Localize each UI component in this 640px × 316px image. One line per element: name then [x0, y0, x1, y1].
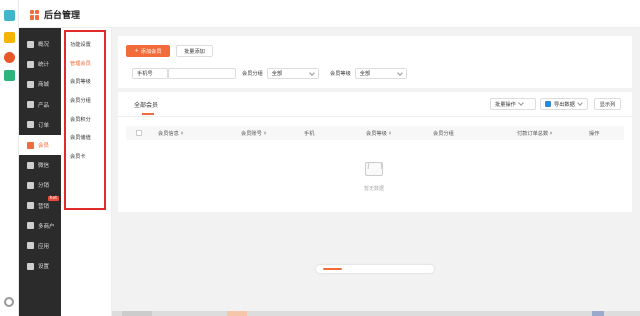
- brand: 后台管理: [30, 8, 80, 21]
- wechat-icon: [27, 161, 34, 169]
- settings-icon: [27, 262, 34, 270]
- chevron-down-icon: [396, 69, 403, 76]
- nav-item-mall[interactable]: 商城: [19, 74, 61, 94]
- scroll-progress-fill: [323, 268, 342, 270]
- column-member-info[interactable]: 会员信息: [158, 130, 183, 137]
- subnav-item-member-levels[interactable]: 会员等级: [70, 78, 91, 85]
- subnav-item-member-balance[interactable]: 会员储值: [70, 134, 91, 141]
- sort-icon: [550, 130, 553, 136]
- overview-icon: [27, 40, 34, 48]
- column-member-group: 会员分组: [433, 130, 454, 137]
- empty-box-icon: [365, 162, 383, 176]
- subnav-item-member-points[interactable]: 会员积分: [70, 116, 91, 123]
- export-icon: [545, 101, 551, 107]
- nav-item-orders[interactable]: 订单: [19, 115, 61, 135]
- column-actions: 操作: [589, 130, 600, 137]
- order-icon: [27, 121, 34, 129]
- grid-icon: [27, 101, 34, 109]
- nav-item-apps[interactable]: 应用: [19, 236, 61, 256]
- sort-icon: [180, 130, 183, 136]
- batch-add-button[interactable]: 批量添加: [176, 45, 213, 57]
- plus-icon: +: [134, 48, 139, 54]
- divider: [118, 116, 632, 117]
- add-member-button[interactable]: + 添加会员: [126, 45, 170, 57]
- select-all-checkbox[interactable]: [136, 130, 142, 136]
- nav-item-products[interactable]: 产品: [19, 95, 61, 115]
- batch-operations-dropdown[interactable]: 批量操作: [490, 98, 536, 110]
- column-member-level[interactable]: 会员等级: [366, 130, 391, 137]
- app-icon-cyan[interactable]: [4, 10, 15, 21]
- nav-item-wechat[interactable]: 微信: [19, 155, 61, 175]
- column-phone: 手机: [304, 130, 315, 137]
- subnav-item-member-card[interactable]: 会员卡: [70, 153, 86, 160]
- chevron-down-icon: [576, 100, 583, 106]
- member-list-panel: 全部会员 批量操作 导出数据 显示列 会员信息 会员账号 手机 会员等级 会员分…: [118, 92, 632, 212]
- chevron-down-icon: [517, 100, 524, 106]
- crown-icon: [27, 141, 34, 149]
- sort-icon: [388, 130, 391, 136]
- column-member-account[interactable]: 会员账号: [241, 130, 266, 137]
- level-select[interactable]: 全部: [354, 68, 407, 79]
- level-filter: 会员等级 全部: [330, 68, 407, 79]
- tab-all-members[interactable]: 全部会员: [134, 100, 158, 109]
- store-icon: [27, 80, 34, 88]
- merchant-icon: [27, 222, 34, 230]
- apps-icon: [27, 242, 34, 250]
- chart-icon: [27, 60, 34, 68]
- nav-item-settings[interactable]: 设置: [19, 256, 61, 276]
- member-subnav: 功能设置 管理会员 会员等级 会员分组 会员积分 会员储值 会员卡: [61, 28, 112, 316]
- app-icon-weibo[interactable]: [4, 52, 15, 63]
- subnav-item-feature-settings[interactable]: 功能设置: [70, 41, 91, 48]
- brand-logo-icon: [30, 9, 40, 20]
- group-filter: 会员分组 全部: [242, 68, 319, 79]
- active-tab-indicator: [142, 113, 154, 115]
- nav-item-marketing[interactable]: 营销 hot: [19, 195, 61, 216]
- nav-item-merchants[interactable]: 多商户: [19, 216, 61, 236]
- group-select[interactable]: 全部: [266, 68, 319, 79]
- nav-item-stats[interactable]: 统计: [19, 54, 61, 74]
- hot-badge: hot: [47, 195, 59, 201]
- show-columns-button[interactable]: 显示列: [594, 98, 621, 110]
- empty-state-text: 暂无数据: [363, 186, 384, 192]
- nav-item-overview[interactable]: 概况: [19, 34, 61, 54]
- export-data-button[interactable]: 导出数据: [540, 98, 588, 110]
- top-header: 后台管理: [19, 0, 640, 28]
- bottom-scrollbar[interactable]: [112, 311, 640, 316]
- nav-item-members[interactable]: 会员: [19, 134, 61, 156]
- sort-icon: [263, 130, 266, 136]
- gear-icon[interactable]: [4, 297, 14, 307]
- scroll-progress[interactable]: [316, 265, 434, 273]
- phone-input[interactable]: [168, 68, 236, 79]
- table-header: 会员信息 会员账号 手机 会员等级 会员分组 付款订单总数 操作: [126, 126, 624, 140]
- subnav-item-manage-members[interactable]: 管理会员: [70, 60, 91, 67]
- subnav-item-member-groups[interactable]: 会员分组: [70, 97, 91, 104]
- phone-filter-type[interactable]: 手机号: [132, 68, 168, 79]
- column-paid-orders[interactable]: 付款订单总数: [517, 130, 553, 137]
- filter-panel: + 添加会员 批量添加 手机号 会员分组 全部 会员等级 全部: [118, 36, 632, 88]
- brand-title: 后台管理: [44, 11, 81, 21]
- nav-item-distribution[interactable]: 分销: [19, 175, 61, 195]
- flag-icon: [27, 202, 34, 210]
- app-icon-green[interactable]: [4, 70, 15, 81]
- chevron-down-icon: [308, 69, 315, 76]
- main-nav: 概况 统计 商城 产品 订单 会员 微信 分销 营销 hot 多商户 应用 设置: [19, 28, 61, 316]
- phone-filter: 手机号: [132, 68, 236, 79]
- share-icon: [27, 181, 34, 189]
- app-switcher-bar: [0, 0, 19, 316]
- app-icon-star[interactable]: [4, 32, 15, 43]
